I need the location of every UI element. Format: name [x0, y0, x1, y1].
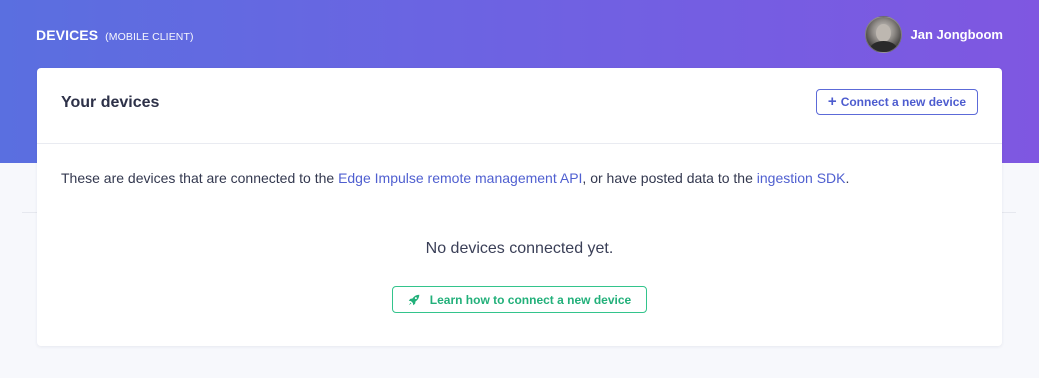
card-header: Your devices + Connect a new device [37, 68, 1002, 144]
card-description: These are devices that are connected to … [61, 170, 849, 186]
avatar-face [875, 24, 891, 42]
avatar-body [869, 41, 897, 52]
card-title: Your devices [61, 94, 160, 111]
user-name[interactable]: Jan Jongboom [911, 27, 1003, 42]
remote-management-api-link[interactable]: Edge Impulse remote management API [338, 170, 582, 186]
ingestion-sdk-link[interactable]: ingestion SDK [757, 170, 846, 186]
connect-device-label: Connect a new device [840, 95, 967, 109]
description-prefix: These are devices that are connected to … [61, 170, 339, 186]
page-title: DEVICES (MOBILE CLIENT) [36, 27, 194, 43]
avatar[interactable] [864, 16, 902, 53]
page: DEVICES (MOBILE CLIENT) Jan Jongboom You… [0, 0, 1039, 378]
rocket-icon [408, 294, 420, 305]
connect-device-button[interactable]: + Connect a new device [816, 89, 978, 115]
description-middle: , or have posted data to the [582, 170, 757, 186]
page-subtitle: (MOBILE CLIENT) [105, 31, 194, 43]
learn-connect-button[interactable]: Learn how to connect a new device [392, 286, 647, 313]
user-menu[interactable]: Jan Jongboom [864, 16, 1003, 53]
devices-card: Your devices + Connect a new device Thes… [37, 68, 1002, 346]
plus-icon: + [827, 93, 837, 110]
learn-connect-label: Learn how to connect a new device [429, 292, 632, 307]
description-suffix: . [845, 170, 850, 186]
page-title-text: DEVICES [36, 27, 99, 43]
empty-state-text: No devices connected yet. [425, 240, 614, 257]
